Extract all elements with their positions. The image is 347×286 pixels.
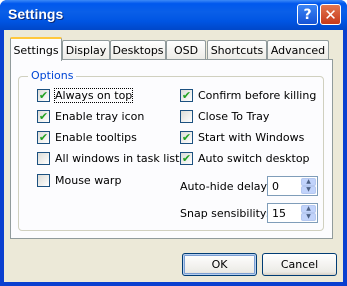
tab-label: Advanced bbox=[270, 43, 326, 57]
checkbox-label: Enable tooltips bbox=[55, 131, 137, 144]
checkbox-label: Close To Tray bbox=[198, 110, 270, 123]
all-windows-in-task-list-checkbox[interactable]: All windows in task list bbox=[37, 151, 179, 166]
tab-display[interactable]: Display bbox=[62, 40, 110, 59]
tab-advanced[interactable]: Advanced bbox=[267, 40, 329, 59]
auto-switch-desktop-checkbox[interactable]: ✔ Auto switch desktop bbox=[180, 151, 310, 166]
dialog-body: Settings Display Desktops OSD Shortcuts … bbox=[4, 30, 343, 282]
confirm-before-killing-checkbox[interactable]: ✔ Confirm before killing bbox=[180, 88, 316, 103]
window-title: Settings bbox=[8, 6, 64, 22]
checkbox-box: ✔ bbox=[180, 152, 193, 165]
help-button[interactable]: ? bbox=[297, 4, 318, 25]
cancel-label: Cancel bbox=[280, 258, 319, 271]
spin-up-icon[interactable]: ▲ bbox=[301, 178, 316, 186]
always-on-top-checkbox[interactable]: ✔ Always on top bbox=[37, 88, 134, 103]
checkbox-box: ✔ bbox=[180, 89, 193, 102]
tab-label: Shortcuts bbox=[210, 43, 264, 57]
tab-settings[interactable]: Settings bbox=[10, 37, 62, 61]
tab-osd[interactable]: OSD bbox=[166, 40, 206, 59]
cancel-button[interactable]: Cancel bbox=[262, 253, 337, 276]
help-icon: ? bbox=[303, 6, 312, 23]
auto-hide-delay-value: 0 bbox=[272, 180, 279, 193]
tab-label: Settings bbox=[13, 43, 59, 57]
checkbox-label: Confirm before killing bbox=[198, 89, 317, 102]
enable-tooltips-checkbox[interactable]: ✔ Enable tooltips bbox=[37, 130, 137, 145]
mouse-warp-checkbox[interactable]: Mouse warp bbox=[37, 173, 121, 188]
tab-desktops[interactable]: Desktops bbox=[110, 40, 166, 59]
checkbox-label: All windows in task list bbox=[55, 152, 180, 165]
checkbox-label: Auto switch desktop bbox=[198, 152, 310, 165]
enable-tray-icon-checkbox[interactable]: ✔ Enable tray icon bbox=[37, 109, 144, 124]
snap-sensibility-value: 15 bbox=[272, 207, 286, 220]
checkbox-box bbox=[180, 110, 193, 123]
checkbox-box: ✔ bbox=[37, 89, 50, 102]
auto-hide-delay-label: Auto-hide delay: bbox=[180, 180, 270, 193]
checkbox-box: ✔ bbox=[37, 131, 50, 144]
ok-label: OK bbox=[211, 258, 228, 271]
options-legend: Options bbox=[28, 69, 77, 82]
tab-label: Display bbox=[65, 43, 107, 57]
start-with-windows-checkbox[interactable]: ✔ Start with Windows bbox=[180, 130, 304, 145]
checkbox-box bbox=[37, 174, 50, 187]
auto-hide-delay-spinner[interactable]: 0 ▲ ▼ bbox=[267, 176, 318, 196]
checkbox-box: ✔ bbox=[180, 131, 193, 144]
checkbox-label: Mouse warp bbox=[55, 174, 122, 187]
tab-shortcuts[interactable]: Shortcuts bbox=[207, 40, 267, 59]
checkbox-label: Start with Windows bbox=[198, 131, 305, 144]
ok-button[interactable]: OK bbox=[182, 253, 257, 276]
spin-down-icon[interactable]: ▼ bbox=[301, 213, 316, 221]
title-bar[interactable]: Settings ? ✕ bbox=[0, 0, 347, 30]
tab-label: OSD bbox=[173, 43, 199, 57]
spin-up-icon[interactable]: ▲ bbox=[301, 205, 316, 213]
tab-label: Desktops bbox=[112, 43, 164, 57]
close-icon: ✕ bbox=[324, 5, 337, 24]
checkbox-label: Enable tray icon bbox=[55, 110, 145, 123]
snap-sensibility-spinner[interactable]: 15 ▲ ▼ bbox=[267, 203, 318, 223]
close-to-tray-checkbox[interactable]: Close To Tray bbox=[180, 109, 269, 124]
checkbox-box bbox=[37, 152, 50, 165]
snap-sensibility-label: Snap sensibility: bbox=[180, 207, 270, 220]
spin-down-icon[interactable]: ▼ bbox=[301, 186, 316, 194]
checkbox-box: ✔ bbox=[37, 110, 50, 123]
settings-window: Settings ? ✕ Settings Display Desktops O… bbox=[0, 0, 347, 286]
close-button[interactable]: ✕ bbox=[320, 4, 341, 25]
checkbox-label: Always on top bbox=[53, 88, 134, 103]
